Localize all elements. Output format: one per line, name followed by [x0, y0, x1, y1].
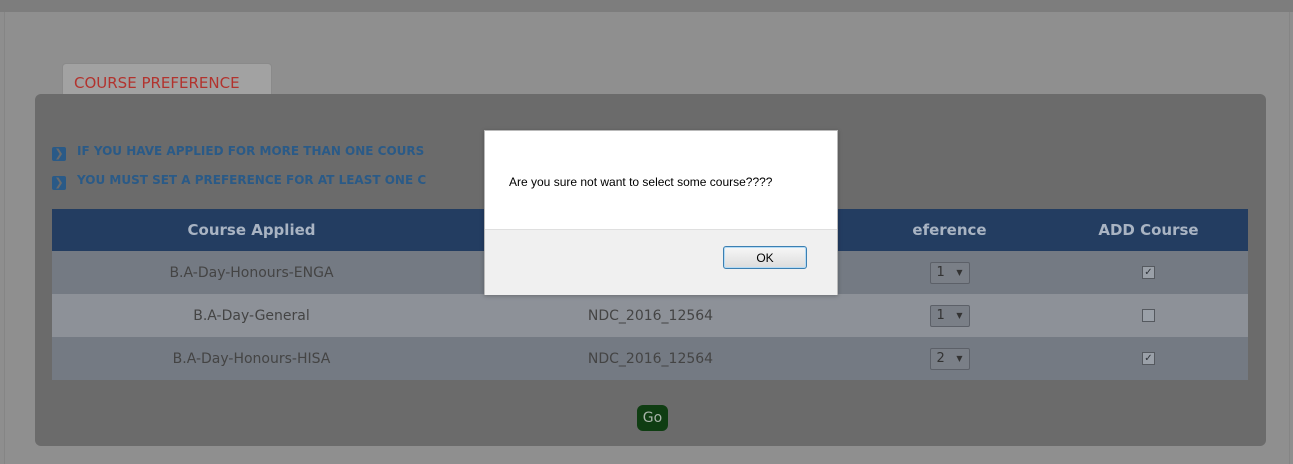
caret-down-icon: ▼: [956, 267, 963, 277]
chevron-right-icon: ❯: [52, 147, 66, 161]
add-course-checkbox[interactable]: ✓: [1142, 266, 1155, 279]
confirm-dialog: Are you sure not want to select some cou…: [484, 130, 838, 295]
preference-select[interactable]: 1 ▼: [929, 304, 970, 327]
notice-multiple-courses: ❯ IF YOU HAVE APPLIED FOR MORE THAN ONE C…: [52, 142, 425, 161]
header-course-applied: Course Applied: [52, 209, 451, 251]
add-course-checkbox[interactable]: ✓: [1142, 352, 1155, 365]
course-name: B.A-Day-Honours-ENGA: [52, 251, 451, 294]
ok-button[interactable]: OK: [723, 246, 807, 269]
header-preference: eference: [850, 209, 1049, 251]
top-bar: [0, 0, 1293, 12]
notice-text: YOU MUST SET A PREFERENCE FOR AT LEAST O…: [77, 173, 427, 187]
go-button[interactable]: Go: [637, 405, 668, 431]
preference-cell: 2 ▼: [850, 337, 1049, 380]
table-row: B.A-Day-Honours-HISA NDC_2016_12564 2 ▼ ✓: [52, 337, 1248, 380]
dialog-message: Are you sure not want to select some cou…: [509, 175, 773, 189]
course-name: B.A-Day-General: [52, 294, 451, 337]
checkmark-icon: ✓: [1144, 267, 1153, 278]
chevron-right-icon: ❯: [52, 176, 66, 190]
caret-down-icon: ▼: [956, 353, 963, 363]
application-no: NDC_2016_12564: [451, 294, 850, 337]
preference-value: 2: [936, 350, 945, 366]
preference-value: 1: [936, 264, 945, 280]
preference-select[interactable]: 1 ▼: [929, 261, 970, 284]
dialog-footer: OK: [485, 229, 837, 295]
preference-select[interactable]: 2 ▼: [929, 347, 970, 370]
notice-set-preference: ❯ YOU MUST SET A PREFERENCE FOR AT LEAST …: [52, 171, 427, 190]
preference-cell: 1 ▼: [850, 251, 1049, 294]
notice-text: IF YOU HAVE APPLIED FOR MORE THAN ONE CO…: [77, 144, 425, 158]
application-no: NDC_2016_12564: [451, 337, 850, 380]
add-course-cell: ✓: [1049, 251, 1248, 294]
checkmark-icon: ✓: [1144, 353, 1153, 364]
preference-cell: 1 ▼: [850, 294, 1049, 337]
caret-down-icon: ▼: [956, 310, 963, 320]
add-course-checkbox[interactable]: [1142, 309, 1155, 322]
preference-value: 1: [936, 307, 945, 323]
table-row: B.A-Day-General NDC_2016_12564 1 ▼: [52, 294, 1248, 337]
add-course-cell: ✓: [1049, 337, 1248, 380]
add-course-cell: [1049, 294, 1248, 337]
course-name: B.A-Day-Honours-HISA: [52, 337, 451, 380]
header-add-course: ADD Course: [1049, 209, 1248, 251]
